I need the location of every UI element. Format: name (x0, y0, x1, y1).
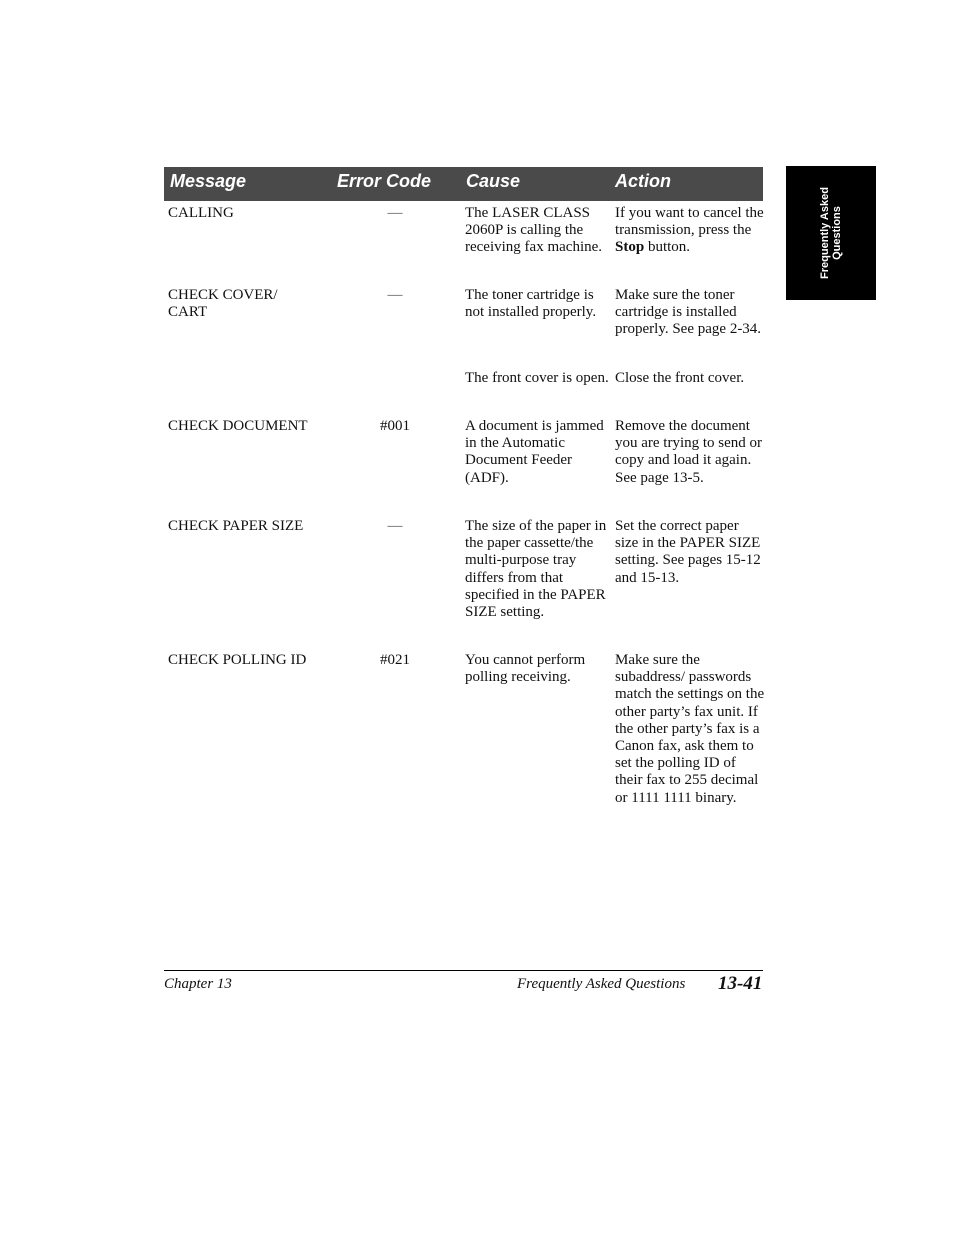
side-tab-line-2: Questions (831, 206, 843, 260)
row-error-code: — (387, 205, 403, 221)
row-error-code: — (387, 287, 403, 303)
header-cause: Cause (466, 171, 521, 191)
row-cause: A document is jammed in the Automatic Do… (465, 418, 604, 486)
table-header: Message Error Code Cause Action (164, 167, 763, 201)
row-action: Set the correct paper size in the PAPER … (615, 518, 761, 586)
header-error-code: Error Code (337, 171, 432, 191)
header-message: Message (170, 171, 247, 191)
footer-chapter: Chapter 13 (164, 976, 232, 992)
row-action: Remove the document you are trying to se… (615, 418, 763, 486)
row-cause: The front cover is open. (465, 370, 609, 386)
row-message: CHECK DOCUMENT (168, 418, 308, 434)
chapter-side-tab: Frequently Asked Questions (786, 166, 876, 300)
action-text: button. (644, 239, 691, 256)
page-number: 13-41 (718, 973, 763, 994)
row-action: If you want to cancel the transmission, … (615, 205, 765, 257)
row-error-code: #021 (380, 652, 410, 668)
action-text: If you want to cancel the transmission, … (615, 205, 764, 239)
header-action: Action (615, 171, 671, 191)
row-action: Close the front cover. (615, 370, 745, 386)
footer-section-title: Frequently Asked Questions (517, 976, 686, 992)
row-message: CHECK COVER/ CART (168, 287, 278, 321)
stop-button-label: Stop (615, 239, 645, 256)
row-cause: The LASER CLASS 2060P is calling the rec… (465, 205, 603, 256)
footer-divider (164, 970, 763, 971)
row-message: CHECK POLLING ID (168, 652, 307, 668)
row-cause: The toner cartridge is not installed pro… (465, 287, 597, 321)
manual-page: Frequently Asked Questions Message Error… (0, 0, 954, 1235)
row-error-code: — (387, 518, 403, 534)
row-message: CHECK PAPER SIZE (168, 518, 304, 534)
row-cause: The size of the paper in the paper casse… (465, 518, 607, 621)
row-action: Make sure the subaddress/ passwords matc… (615, 652, 765, 806)
side-tab-line-1: Frequently Asked (819, 187, 831, 279)
row-error-code: #001 (380, 418, 410, 434)
row-message: CALLING (168, 205, 234, 221)
row-action: Make sure the toner cartridge is install… (615, 287, 762, 338)
side-tab-label: Frequently Asked Questions (819, 187, 843, 279)
row-cause: You cannot perform polling receiving. (465, 652, 586, 686)
